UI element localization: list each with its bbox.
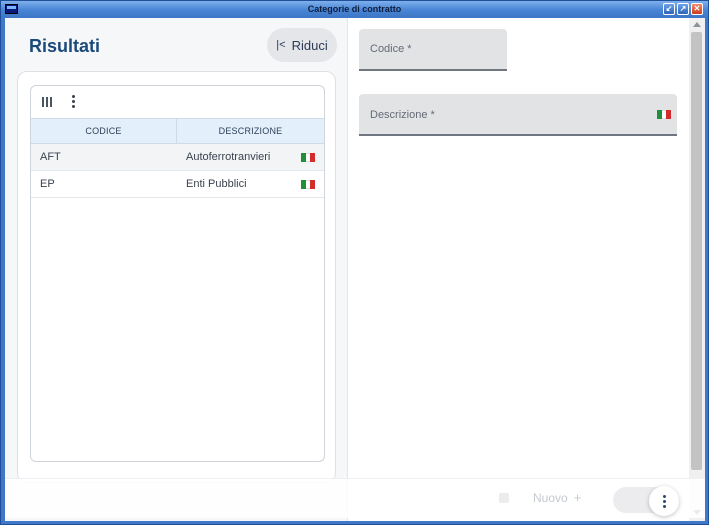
columns-icon[interactable] — [42, 97, 52, 107]
cell-description-text: Enti Pubblici — [186, 178, 247, 190]
column-header-code[interactable]: CODICE — [31, 119, 177, 143]
title-bar[interactable]: Categorie di contratto ↙ ↗ ✕ — [1, 1, 708, 17]
table-row[interactable]: AFT Autoferrotranvieri — [31, 144, 324, 171]
scroll-up-arrow-icon[interactable] — [693, 22, 701, 27]
minimize-button[interactable]: ↙ — [663, 3, 675, 15]
results-card: CODICE DESCRIZIONE AFT Autoferrotranvier… — [17, 71, 336, 483]
cell-code: EP — [40, 178, 55, 190]
collapse-label: Riduci — [291, 37, 328, 53]
app-icon — [5, 4, 18, 14]
maximize-button[interactable]: ↗ — [677, 3, 689, 15]
more-actions-button[interactable] — [649, 486, 679, 516]
code-field-label: Codice * — [370, 43, 412, 55]
results-grid: CODICE DESCRIZIONE AFT Autoferrotranvier… — [30, 85, 325, 462]
close-button[interactable]: ✕ — [691, 3, 703, 15]
cell-description: Enti Pubblici — [177, 171, 324, 197]
it-flag-icon — [301, 179, 316, 189]
grid-toolbar — [31, 86, 324, 118]
grid-header: CODICE DESCRIZIONE — [31, 118, 324, 144]
client-area: Risultati |< Riduci CODICE DESCRIZIONE A… — [5, 18, 705, 521]
vertical-scrollbar[interactable] — [689, 18, 705, 521]
detail-panel: Codice * Descrizione * — [348, 18, 689, 521]
new-button[interactable]: Nuovo + — [533, 490, 581, 505]
app-window: Categorie di contratto ↙ ↗ ✕ Risultati |… — [0, 0, 709, 525]
code-field[interactable]: Codice * — [359, 29, 507, 71]
placeholder-icon — [499, 493, 509, 503]
description-field[interactable]: Descrizione * — [359, 94, 677, 136]
plus-icon: + — [573, 490, 582, 505]
it-flag-icon — [301, 152, 316, 162]
scroll-thumb[interactable] — [691, 32, 702, 470]
collapse-button[interactable]: |< Riduci — [267, 28, 337, 62]
window-title: Categorie di contratto — [307, 4, 402, 14]
table-row[interactable]: EP Enti Pubblici — [31, 171, 324, 198]
it-flag-icon[interactable] — [657, 110, 672, 119]
cell-code: AFT — [40, 151, 61, 163]
results-panel: Risultati |< Riduci CODICE DESCRIZIONE A… — [5, 18, 347, 521]
page-title: Risultati — [29, 36, 101, 56]
cell-description: Autoferrotranvieri — [177, 144, 324, 170]
action-bar: Nuovo + — [5, 478, 705, 518]
cell-description-text: Autoferrotranvieri — [186, 151, 271, 163]
collapse-left-icon: |< — [276, 39, 286, 51]
more-vert-icon[interactable] — [69, 95, 77, 109]
column-header-description[interactable]: DESCRIZIONE — [177, 119, 324, 143]
description-field-label: Descrizione * — [370, 109, 435, 121]
new-button-label: Nuovo — [533, 490, 568, 505]
